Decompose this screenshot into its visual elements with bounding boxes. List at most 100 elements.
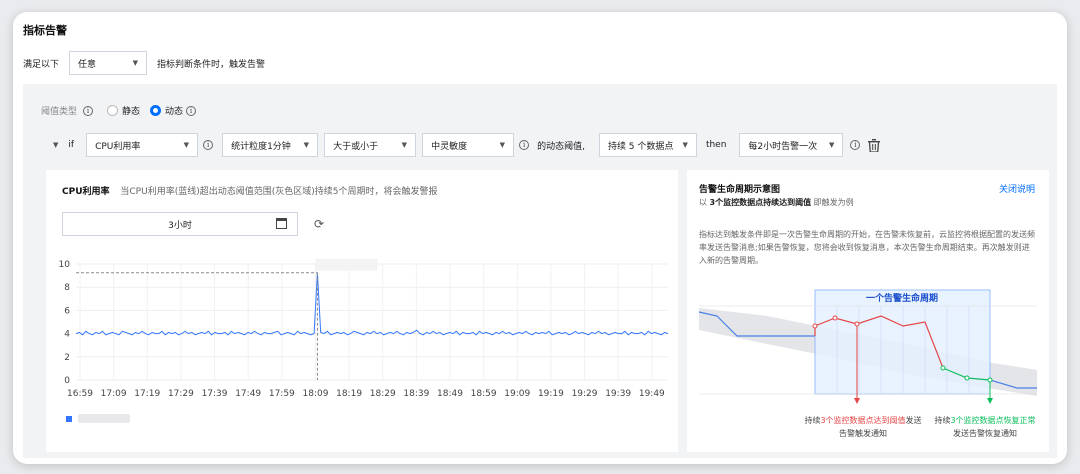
duration-select[interactable]: 持续 5 个数据点 ▼: [598, 133, 697, 157]
section-title: 指标告警: [23, 24, 67, 37]
subtitle-suffix: 即触发为例: [813, 198, 854, 207]
diagram-description: 指标达到触发条件即是一次告警生命周期的开始，在告警未恢复前，云监控将根据配置的发…: [699, 230, 1035, 265]
caption-em: 3个监控数据点达到阈值: [820, 416, 906, 425]
cpu-series-line: [75, 272, 669, 336]
diagram-title: 告警生命周期示意图: [699, 185, 781, 195]
caption-pre: 持续: [804, 416, 821, 425]
info-circle-icon[interactable]: i: [519, 140, 530, 150]
info-circle-icon[interactable]: i: [186, 105, 197, 116]
x-tick-label: 19:39: [605, 389, 631, 399]
rule-panel: 阈值类型 i 静态 动态 i ▼ if CPU利用率 ▼ i 统计粒度1分钟 ▼ 大…: [23, 84, 1057, 458]
refresh-icon[interactable]: ⟳: [314, 218, 326, 230]
y-tick-label: 0: [64, 376, 70, 386]
threshold-type-row: 阈值类型 i 静态 动态 i: [41, 104, 197, 117]
diagram-subtitle: 以 3个监控数据点持续达到阈值 即触发为例: [699, 197, 854, 208]
info-circle-icon[interactable]: i: [203, 140, 214, 150]
chevron-down-icon: ▼: [499, 141, 506, 149]
lifecycle-diagram: 一个告警生命周期: [698, 289, 1037, 404]
caption-line2: 发送告警恢复通知: [953, 429, 1017, 438]
x-tick-label: 18:29: [370, 389, 396, 399]
radio-static-label: 静态: [122, 107, 141, 117]
close-explanation-link[interactable]: 关闭说明: [999, 182, 1035, 195]
collapse-caret-icon[interactable]: ▼: [53, 141, 58, 149]
x-tick-label: 18:39: [403, 389, 429, 399]
chart-metric-title: CPU利用率: [62, 187, 110, 197]
cpu-line-chart: 0 2 4 6 8 10 16:59 17:09 17:19 17:29 17:39 17:49 17:…: [59, 258, 669, 399]
caption-post: 发送: [905, 416, 922, 425]
x-tick-label: 17:09: [101, 389, 127, 399]
x-tick-label: 19:49: [639, 389, 665, 399]
radio-dynamic[interactable]: [150, 105, 162, 116]
comparison-select[interactable]: 大于或小于 ▼: [324, 133, 417, 157]
condition-mode-select[interactable]: 任意 ▼: [69, 51, 148, 75]
chevron-down-icon: ▼: [132, 59, 139, 67]
condition-suffix: 指标判断条件时，触发告警: [157, 59, 266, 70]
subtitle-prefix: 以: [699, 198, 707, 207]
time-range-picker[interactable]: 3小时: [62, 212, 298, 236]
threshold-type-label: 阈值类型: [41, 107, 78, 117]
radio-dynamic-label: 动态: [165, 107, 184, 117]
chart-header: CPU利用率 当CPU利用率(蓝线)超出动态阈值范围(灰色区域)持续5个周期时，…: [62, 184, 437, 197]
chart-description: 当CPU利用率(蓝线)超出动态阈值范围(灰色区域)持续5个周期时，将会触发警报: [120, 187, 438, 197]
alarm-config-window: 指标告警 满足以下 任意 ▼ 指标判断条件时，触发告警 阈值类型 i 静态 动态…: [13, 12, 1067, 464]
x-tick-label: 17:49: [235, 389, 261, 399]
info-circle-icon[interactable]: i: [83, 105, 94, 116]
legend-label-redacted: [78, 414, 130, 423]
cycle-rect: [814, 289, 991, 395]
time-range-value: 3小时: [168, 220, 192, 231]
y-tick-label: 10: [59, 260, 71, 270]
lifecycle-diagram-card: 告警生命周期示意图 以 3个监控数据点持续达到阈值 即触发为例 关闭说明 指标达…: [687, 170, 1049, 452]
x-tick-label: 18:49: [437, 389, 463, 399]
info-circle-icon[interactable]: i: [850, 140, 861, 150]
chevron-down-icon: ▼: [829, 141, 835, 149]
trash-icon[interactable]: [868, 138, 881, 152]
caption-line2: 告警触发通知: [839, 429, 887, 438]
caption-em: 3个监控数据点恢复正常: [950, 416, 1036, 425]
frequency-value: 每2小时告警一次: [748, 141, 818, 152]
sensitivity-select[interactable]: 中灵敏度 ▼: [422, 133, 515, 157]
y-tick-label: 2: [64, 353, 70, 363]
condition-prefix: 满足以下: [23, 59, 60, 70]
y-tick-label: 6: [64, 306, 70, 316]
trigger-caption: 持续3个监控数据点达到阈值发送 告警触发通知: [783, 414, 943, 440]
granularity-value: 统计粒度1分钟: [231, 141, 291, 152]
calendar-icon[interactable]: [276, 218, 287, 229]
chevron-down-icon: ▼: [682, 141, 688, 149]
x-tick-label: 19:09: [504, 389, 530, 399]
x-tick-label: 17:39: [202, 389, 228, 399]
y-tick-label: 8: [64, 283, 70, 293]
dynamic-threshold-label: 的动态阈值,: [537, 141, 585, 152]
metric-chart-card: CPU利用率 当CPU利用率(蓝线)超出动态阈值范围(灰色区域)持续5个周期时，…: [46, 170, 678, 452]
subtitle-bold: 3个监控数据点持续达到阈值: [709, 198, 812, 207]
rule-row: ▼ if CPU利用率 ▼ i 统计粒度1分钟 ▼ 大于或小于 ▼ 中灵敏度 ▼ i 的…: [53, 133, 881, 157]
x-tick-label: 17:59: [269, 389, 295, 399]
frequency-select[interactable]: 每2小时告警一次 ▼: [739, 133, 844, 157]
condition-row: 满足以下 任意 ▼ 指标判断条件时，触发告警: [23, 51, 265, 75]
granularity-select[interactable]: 统计粒度1分钟 ▼: [222, 133, 319, 157]
cycle-label: 一个告警生命周期: [866, 292, 938, 304]
chevron-down-icon: ▼: [183, 141, 190, 149]
y-tick-label: 4: [64, 330, 70, 340]
sensitivity-value: 中灵敏度: [431, 141, 468, 152]
chevron-down-icon: ▼: [303, 141, 310, 149]
tooltip-redacted: [315, 258, 378, 271]
if-label: if: [68, 140, 75, 150]
duration-value: 持续 5 个数据点: [607, 141, 674, 152]
legend-swatch[interactable]: [66, 416, 72, 422]
x-tick-label: 18:59: [471, 389, 497, 399]
condition-mode-value: 任意: [78, 59, 97, 70]
x-tick-label: 19:19: [538, 389, 564, 399]
comparison-value: 大于或小于: [333, 141, 379, 152]
radio-static[interactable]: [107, 105, 119, 116]
x-tick-label: 16:59: [67, 389, 93, 399]
x-tick-label: 17:29: [168, 389, 194, 399]
chevron-down-icon: ▼: [401, 141, 408, 149]
metric-select[interactable]: CPU利用率 ▼: [86, 133, 199, 157]
then-label: then: [705, 140, 727, 150]
caption-pre: 持续: [934, 416, 951, 425]
x-tick-label: 19:29: [572, 389, 598, 399]
x-tick-label: 18:19: [336, 389, 362, 399]
x-tick-label: 17:19: [134, 389, 160, 399]
metric-value: CPU利用率: [95, 141, 141, 152]
recover-caption: 持续3个监控数据点恢复正常 发送告警恢复通知: [925, 414, 1045, 440]
